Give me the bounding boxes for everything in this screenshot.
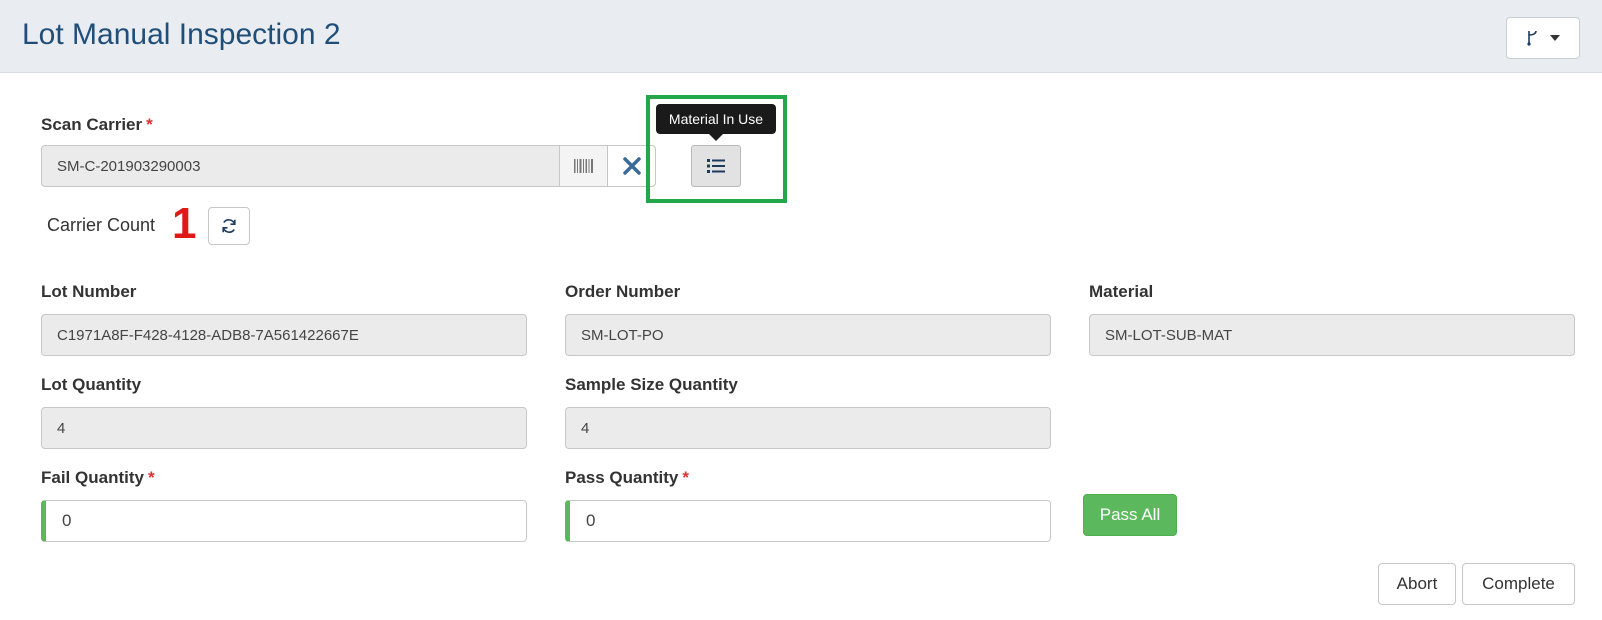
sample-size-quantity-field: 4	[565, 407, 1051, 449]
order-number-label: Order Number	[565, 282, 681, 301]
page-header: Lot Manual Inspection 2	[0, 0, 1602, 73]
tooltip-arrow	[709, 134, 723, 141]
lot-quantity-field: 4	[41, 407, 527, 449]
page-title: Lot Manual Inspection 2	[22, 18, 341, 51]
complete-button[interactable]: Complete	[1462, 563, 1575, 605]
material-field: SM-LOT-SUB-MAT	[1089, 314, 1575, 356]
barcode-icon	[573, 159, 593, 173]
scan-carrier-label: Scan Carrier *	[41, 115, 153, 135]
branch-icon	[1527, 30, 1537, 46]
barcode-button[interactable]	[559, 146, 607, 186]
list-icon	[707, 159, 725, 173]
pass-quantity-label: Pass Quantity *	[565, 468, 689, 488]
required-mark: *	[147, 468, 155, 487]
order-number-field: SM-LOT-PO	[565, 314, 1051, 356]
refresh-button[interactable]	[208, 207, 250, 245]
close-icon	[622, 157, 641, 175]
scan-carrier-group: SM-C-201903290003	[41, 145, 656, 187]
refresh-icon	[222, 219, 236, 233]
material-label: Material	[1089, 282, 1154, 301]
scan-carrier-label-text: Scan Carrier	[41, 115, 143, 134]
carrier-count-value: 1	[172, 199, 197, 248]
abort-button[interactable]: Abort	[1378, 563, 1456, 605]
carrier-count-label: Carrier Count	[47, 215, 156, 235]
sample-size-quantity-label: Sample Size Quantity	[565, 375, 738, 394]
header-menu-button[interactable]	[1506, 17, 1580, 59]
required-mark: *	[682, 468, 689, 487]
lot-number-field: C1971A8F-F428-4128-ADB8-7A561422667E	[41, 314, 527, 356]
lot-quantity-label: Lot Quantity	[41, 375, 142, 394]
lot-number-label: Lot Number	[41, 282, 137, 301]
material-in-use-tooltip: Material In Use	[656, 104, 776, 134]
pass-all-button[interactable]: Pass All	[1083, 494, 1177, 536]
scan-carrier-input[interactable]: SM-C-201903290003	[42, 146, 559, 186]
required-mark: *	[146, 115, 153, 134]
fail-quantity-input[interactable]: 0	[41, 500, 527, 542]
caret-down-icon	[1550, 35, 1560, 41]
pass-quantity-input[interactable]: 0	[565, 500, 1051, 542]
fail-quantity-label-text: Fail Quantity	[41, 468, 144, 487]
fail-quantity-label: Fail Quantity *	[41, 468, 155, 488]
material-in-use-button[interactable]	[691, 145, 741, 187]
pass-quantity-label-text: Pass Quantity	[565, 468, 679, 487]
